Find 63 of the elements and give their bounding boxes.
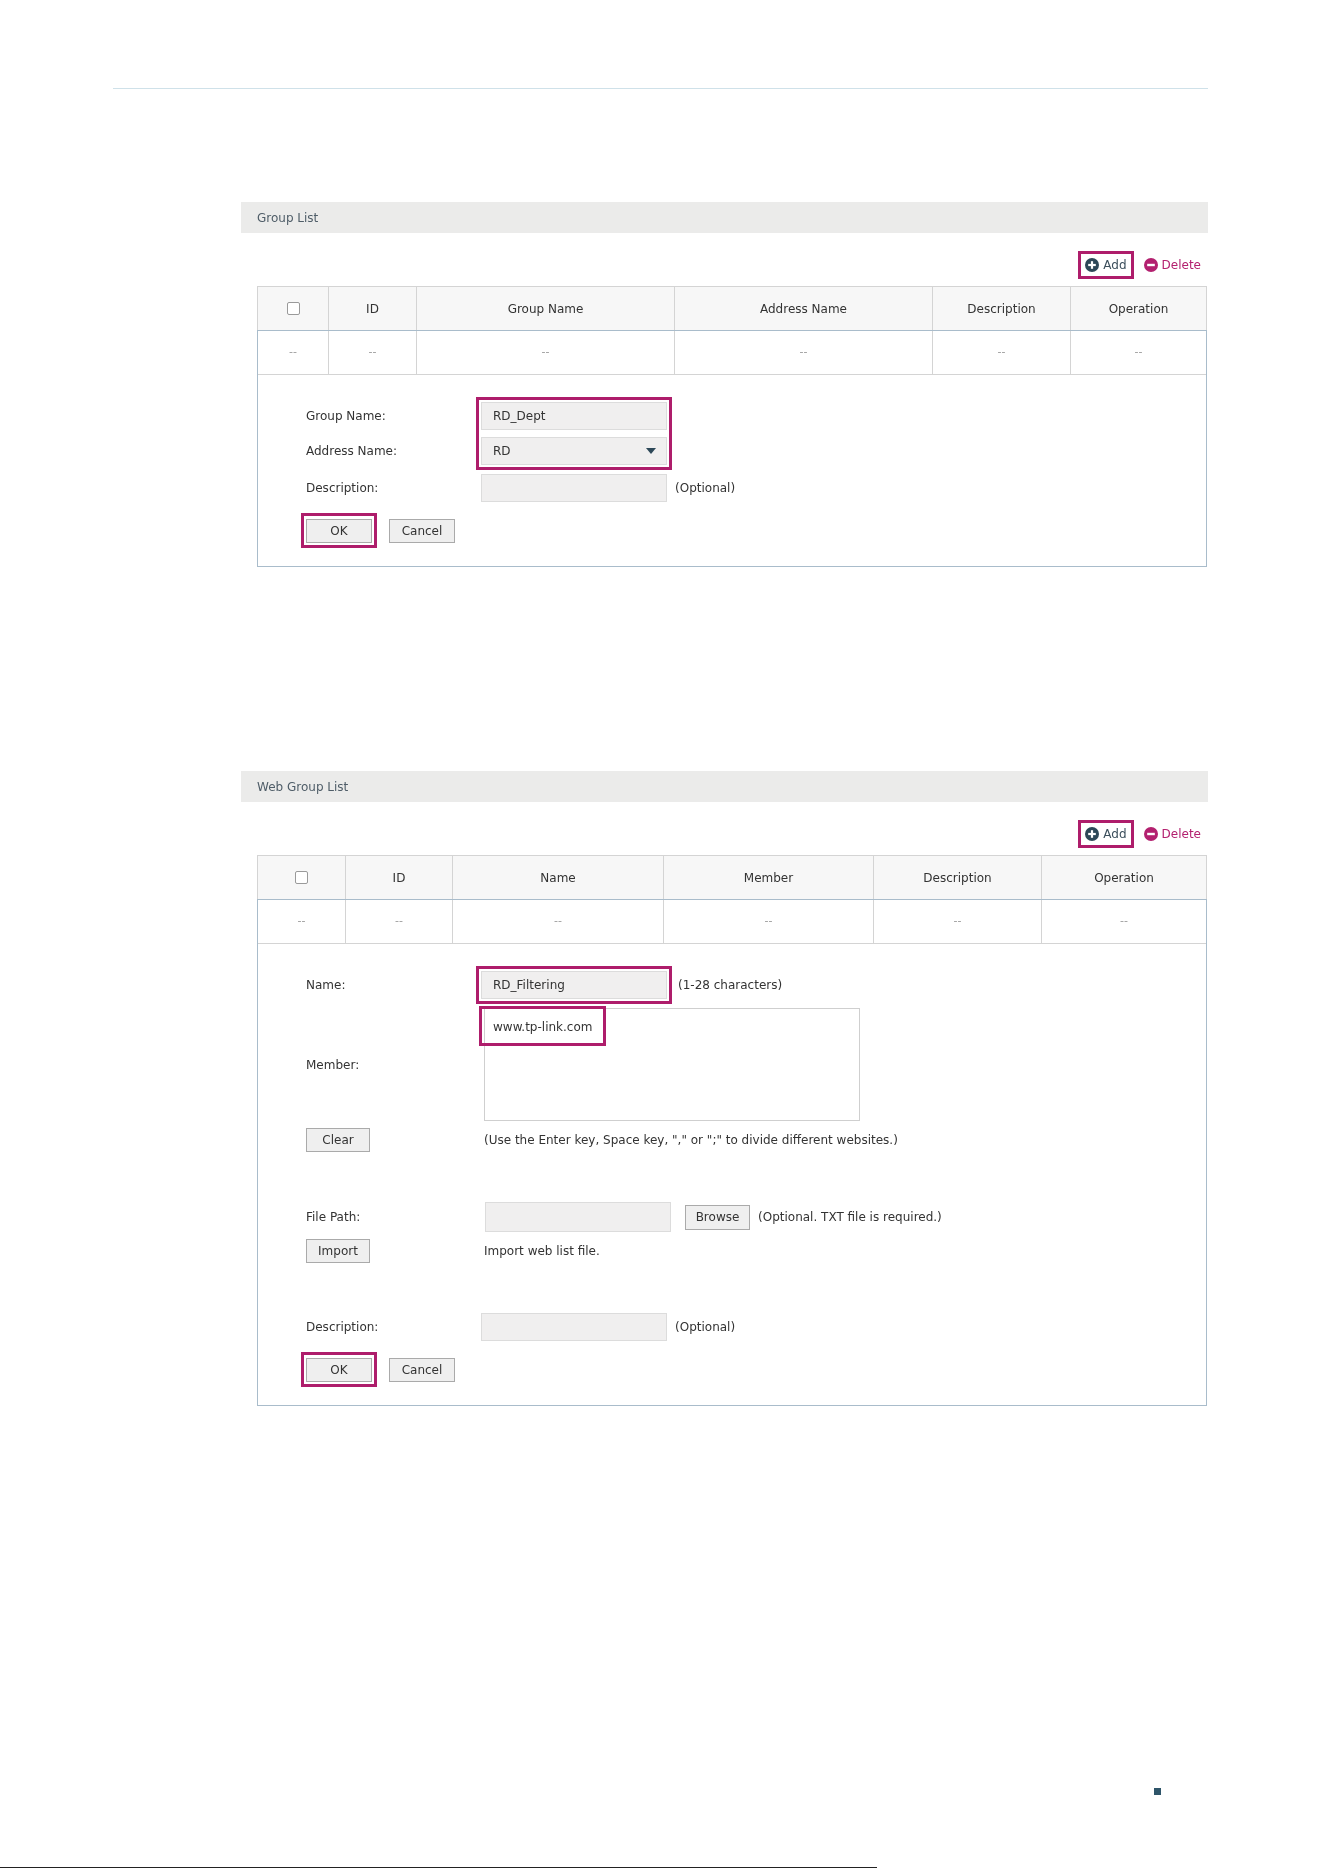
column-header: Group Name [416, 287, 674, 330]
table-cell: -- [1070, 331, 1206, 374]
hint-text: Import web list file. [484, 1243, 600, 1260]
table-cell: -- [674, 331, 932, 374]
minus-circle-icon [1143, 258, 1158, 272]
cancel-button[interactable]: Cancel [389, 519, 455, 543]
hint-text: (1-28 characters) [678, 977, 783, 994]
plus-circle-icon [1085, 827, 1100, 841]
table-cell: -- [416, 331, 674, 374]
hint-text: (Optional) [675, 1319, 736, 1336]
field-label: Member: [306, 1056, 360, 1074]
column-header: Member [663, 856, 873, 899]
delete-button[interactable]: Delete [1143, 825, 1201, 843]
column-header: Description [873, 856, 1041, 899]
column-header: ID [328, 287, 416, 330]
hint-text: (Use the Enter key, Space key, "," or ";" to divide different websites.) [484, 1132, 898, 1149]
hint-text: (Optional. TXT file is required.) [758, 1209, 942, 1226]
cancel-button[interactable]: Cancel [389, 1358, 455, 1382]
column-header: ID [345, 856, 452, 899]
column-header: Operation [1041, 856, 1206, 899]
field-label: Description: [306, 480, 379, 497]
section-header: Web Group List [241, 771, 1208, 802]
checkbox[interactable] [286, 302, 300, 315]
column-header: Operation [1070, 287, 1206, 330]
table-cell: -- [932, 331, 1070, 374]
field-label: Description: [306, 1319, 379, 1336]
table-cell-text: -- [296, 913, 307, 930]
caret-down-icon [646, 448, 656, 454]
field-label: Address Name: [306, 443, 398, 460]
table-cell-text: -- [288, 344, 298, 361]
column-header: Address Name [674, 287, 932, 330]
text-field[interactable] [481, 474, 667, 502]
form-button[interactable]: Import [306, 1239, 370, 1263]
form-button[interactable]: Clear [306, 1128, 370, 1152]
table-cell: -- [663, 900, 873, 943]
website-entry: www.tp-link.com [493, 1020, 593, 1034]
table-cell: -- [452, 900, 663, 943]
add-button[interactable]: Add [1085, 825, 1127, 843]
table-cell: -- [345, 900, 452, 943]
ok-button[interactable]: OK [306, 519, 372, 543]
table-cell: -- [1041, 900, 1206, 943]
square-bullet-icon [1154, 1788, 1161, 1795]
field-label: Name: [306, 977, 346, 994]
hint-text: (Optional) [675, 480, 736, 497]
minus-circle-icon [1143, 827, 1158, 841]
text-field[interactable] [481, 1313, 667, 1341]
column-header: Description [932, 287, 1070, 330]
field-label: File Path: [306, 1209, 361, 1226]
browse-button[interactable]: Browse [685, 1204, 750, 1230]
text-field[interactable]: RD_Dept [481, 402, 667, 430]
delete-button[interactable]: Delete [1143, 256, 1201, 274]
table-cell: -- [328, 331, 416, 374]
plus-circle-icon [1085, 258, 1100, 272]
section-header: Group List [241, 202, 1208, 233]
column-header: Name [452, 856, 663, 899]
field-label: Group Name: [306, 408, 386, 425]
file-path-field[interactable] [485, 1202, 671, 1232]
table-cell: -- [873, 900, 1041, 943]
text-field[interactable]: RD_Filtering [481, 971, 667, 999]
dropdown[interactable]: RD [481, 437, 667, 465]
ok-button[interactable]: OK [306, 1358, 372, 1382]
checkbox[interactable] [295, 871, 308, 884]
add-button[interactable]: Add [1085, 256, 1127, 274]
